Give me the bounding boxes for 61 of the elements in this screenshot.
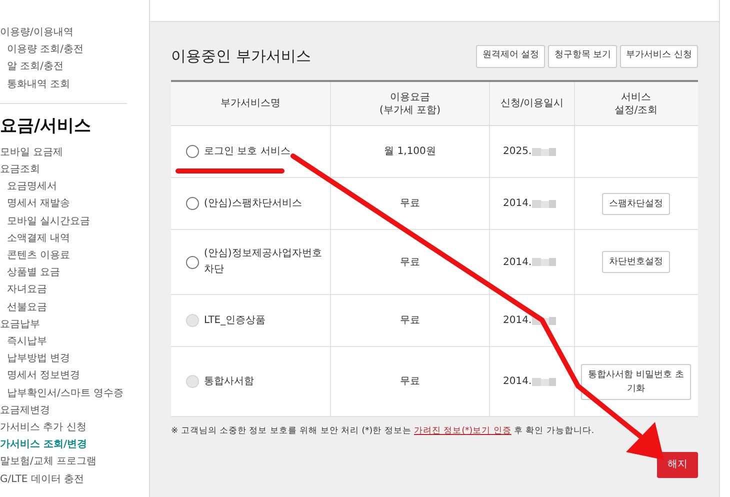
date-text: 2014. [503,375,532,389]
sidebar-item[interactable]: 명세서 정보변경 [0,367,127,385]
date-text: 2014. [503,256,532,270]
date-text: 2014. [503,314,532,328]
sidebar-item[interactable]: 가서비스 조회/변경 [0,436,127,454]
date-text: 2014. [503,197,532,211]
service-name: 로그인 보호 서비스 [204,144,290,158]
service-name: 통합사서함 [204,374,254,388]
fee-text: 월 1,100원 [384,145,436,159]
radio-button[interactable] [186,145,199,158]
blurred-date-icon [532,146,558,156]
fee-text: 무료 [400,375,420,389]
sidebar-item[interactable]: 이용량 조회/충전 [0,41,127,58]
action-button[interactable]: 청구항목 보기 [548,44,618,68]
sidebar-item[interactable]: 콘텐츠 이용료 [0,247,127,264]
sidebar-item[interactable]: 납부확인서/스마트 영수증 [0,384,127,402]
verify-link[interactable]: 가려진 정보(*)보기 인증 [414,426,512,436]
cancel-button[interactable]: 해지 [657,452,698,478]
sidebar-item[interactable]: 자녀요금 [0,281,127,299]
sidebar-item[interactable]: 모바일 요금제 [0,144,127,162]
service-name: LTE_인증상품 [204,314,266,328]
blurred-date-icon [532,376,558,386]
date-text: 2025. [503,145,532,159]
setting-button[interactable]: 차단번호설정 [602,251,670,273]
sidebar-item[interactable]: 즉시납부 [0,333,127,350]
sidebar-item[interactable]: 말보험/교체 프로그램 [0,453,127,471]
sidebar-item[interactable]: 요금납부 [0,316,127,334]
column-header: 서비스 설정/조회 [614,90,658,116]
sidebar-item[interactable]: 통화내역 조회 [0,76,127,93]
radio-button[interactable] [186,197,199,210]
sidebar-item[interactable]: 상품별 요금 [0,264,127,282]
sidebar-item[interactable]: 요금명세서 [0,178,127,196]
section-title: 이용중인 부가서비스 [171,46,311,67]
sidebar-item[interactable]: 가서비스 추가 신청 [0,419,127,436]
sidebar-item[interactable]: 선불요금 [0,298,127,316]
fee-text: 무료 [400,197,420,211]
sidebar-item[interactable]: 소액결제 내역 [0,230,127,248]
blurred-date-icon [532,316,558,326]
service-name: (안심)정보제공사업자번호차단 [204,247,323,277]
action-button[interactable]: 부가서비스 신청 [620,44,698,68]
sidebar-item[interactable]: 명세서 재발송 [0,195,127,213]
sidebar-item[interactable]: 이용량/이용내역 [0,24,127,42]
sidebar-item[interactable]: 요금조회 [0,161,127,178]
column-header: 신청/이용일시 [500,97,564,110]
blurred-date-icon [532,257,558,267]
blurred-date-icon [532,198,558,208]
security-notice: ※ 고객님의 소중한 정보 보호를 위해 보안 처리 (*)한 정보는 가려진 정보(*)보기 인증 후 확인 가능합니다. [171,425,596,438]
column-header: 이용요금 (부가세 포함) [380,90,440,116]
column-header: 부가서비스명 [220,97,280,110]
action-button[interactable]: 원격제어 설정 [476,44,546,68]
sidebar-heading: 요금/서비스 [0,114,92,138]
radio-button[interactable] [186,256,199,268]
sidebar-item[interactable]: 납부방법 변경 [0,350,127,368]
fee-text: 무료 [400,314,420,328]
sidebar-item[interactable]: 알 조회/충전 [0,58,127,76]
setting-button[interactable]: 스팸차단설정 [602,192,670,214]
sidebar-item[interactable]: 요금제변경 [0,402,127,420]
service-name: (안심)스팸차단서비스 [204,196,302,210]
fee-text: 무료 [400,256,420,270]
sidebar-item[interactable]: G/LTE 데이터 충전 [0,470,127,488]
sidebar-item[interactable]: 모바일 실시간요금 [0,212,127,230]
